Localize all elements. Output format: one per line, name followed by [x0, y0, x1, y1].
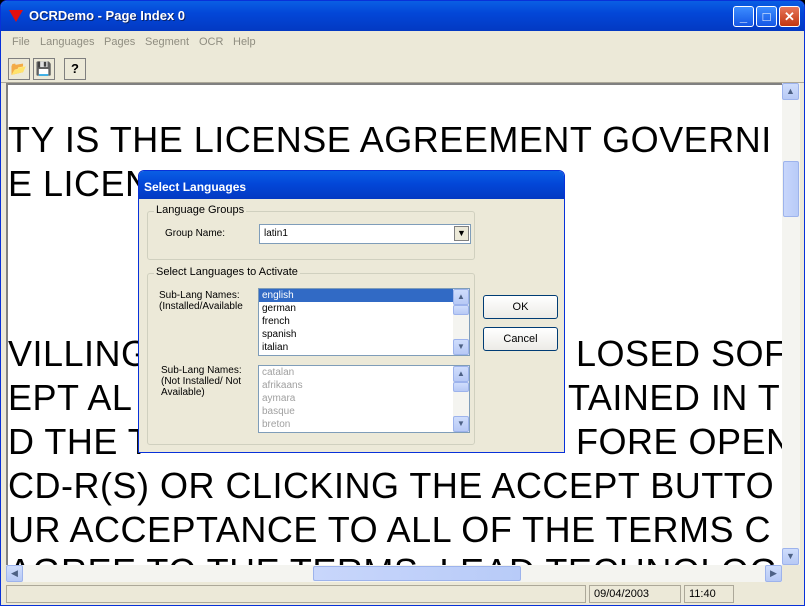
menu-languages[interactable]: Languages — [40, 36, 94, 48]
scroll-down-icon[interactable]: ▼ — [453, 416, 469, 432]
doc-line: AGREE TO THE TERMS, LEAD TECHNOLOG — [8, 551, 778, 565]
menu-file[interactable]: File — [12, 36, 30, 48]
scroll-left-icon[interactable]: ◀ — [6, 565, 23, 582]
list-item[interactable]: spanish — [259, 328, 469, 341]
list-item[interactable]: german — [259, 302, 469, 315]
language-groups-label: Language Groups — [154, 204, 247, 216]
status-panel-main — [6, 585, 586, 603]
doc-line: TAINED IN TH — [568, 377, 782, 418]
list-item: afrikaans — [262, 380, 303, 391]
app-window: OCRDemo - Page Index 0 _ □ ✕ File Langua… — [0, 0, 805, 606]
toolbar: 📂 💾 ? — [1, 53, 804, 83]
scroll-up-icon[interactable]: ▲ — [782, 83, 799, 100]
doc-line: E LICEN — [8, 163, 152, 204]
doc-line: EPT AL — [8, 377, 133, 418]
app-icon — [9, 10, 23, 22]
horizontal-scroll-thumb[interactable] — [313, 566, 521, 581]
close-button[interactable]: ✕ — [779, 6, 800, 27]
scroll-down-icon[interactable]: ▼ — [453, 339, 469, 355]
scroll-down-icon[interactable]: ▼ — [782, 548, 799, 565]
cancel-button[interactable]: Cancel — [483, 327, 558, 351]
scroll-right-icon[interactable]: ▶ — [765, 565, 782, 582]
list-scroll-thumb[interactable] — [453, 382, 469, 392]
list-scrollbar[interactable]: ▲ ▼ — [453, 366, 469, 432]
chevron-down-icon[interactable]: ▼ — [454, 226, 469, 241]
menu-segment[interactable]: Segment — [145, 36, 189, 48]
doc-line: VILLING — [8, 333, 150, 374]
list-item[interactable]: english — [259, 289, 469, 302]
not-installed-languages-list[interactable]: catalan afrikaans aymara basque breton ▲… — [258, 365, 470, 433]
list-item: breton — [262, 419, 291, 430]
group-name-select[interactable]: latin1 ▼ — [259, 224, 471, 244]
title-bar: OCRDemo - Page Index 0 _ □ ✕ — [1, 1, 804, 31]
menu-help[interactable]: Help — [233, 36, 256, 48]
minimize-button[interactable]: _ — [733, 6, 754, 27]
status-bar: 09/04/2003 11:40 — [1, 583, 804, 605]
list-item: basque — [262, 406, 295, 417]
maximize-button[interactable]: □ — [756, 6, 777, 27]
select-languages-group: Select Languages to Activate Sub-Lang Na… — [147, 266, 475, 445]
list-item[interactable]: french — [259, 315, 469, 328]
doc-line: D THE T — [8, 421, 151, 462]
dialog-title: Select Languages — [139, 171, 564, 199]
window-title: OCRDemo - Page Index 0 — [29, 8, 186, 23]
list-item: aymara — [262, 393, 296, 404]
doc-line: LOSED SOFT — [576, 333, 782, 374]
menu-ocr[interactable]: OCR — [199, 36, 223, 48]
select-languages-dialog: Select Languages Language Groups Group N… — [138, 170, 565, 453]
select-languages-label: Select Languages to Activate — [154, 266, 300, 278]
status-date: 09/04/2003 — [589, 585, 681, 603]
vertical-scrollbar[interactable]: ▲ ▼ — [782, 83, 800, 565]
doc-line: UR ACCEPTANCE TO ALL OF THE TERMS C — [8, 509, 772, 550]
group-name-value: latin1 — [264, 228, 288, 239]
scroll-up-icon[interactable]: ▲ — [453, 289, 469, 305]
status-time: 11:40 — [684, 585, 734, 603]
list-item: catalan — [262, 367, 295, 378]
list-scroll-thumb[interactable] — [453, 305, 469, 315]
installed-label: Sub-Lang Names: (Installed/Available — [159, 290, 243, 312]
installed-languages-list[interactable]: english german french spanish italian ▲ … — [258, 288, 470, 356]
vertical-scroll-thumb[interactable] — [783, 161, 799, 217]
not-installed-label: Sub-Lang Names: (Not Installed/ Not Avai… — [161, 365, 242, 398]
language-groups-group: Language Groups Group Name: latin1 ▼ — [147, 204, 475, 260]
group-name-label: Group Name: — [165, 228, 226, 239]
ok-button[interactable]: OK — [483, 295, 558, 319]
open-folder-icon[interactable]: 📂 — [8, 58, 30, 80]
menu-bar: File Languages Pages Segment OCR Help — [1, 31, 804, 53]
list-scrollbar[interactable]: ▲ ▼ — [453, 289, 469, 355]
doc-line: TY IS THE LICENSE AGREEMENT GOVERNI — [8, 119, 772, 160]
menu-pages[interactable]: Pages — [104, 36, 135, 48]
doc-line: FORE OPENI — [576, 421, 782, 462]
doc-line: CD-R(S) OR CLICKING THE ACCEPT BUTTO — [8, 465, 775, 506]
list-item[interactable]: italian — [259, 341, 469, 354]
scroll-up-icon[interactable]: ▲ — [453, 366, 469, 382]
save-icon[interactable]: 💾 — [33, 58, 55, 80]
horizontal-scrollbar[interactable]: ◀ ▶ — [6, 565, 782, 582]
help-icon[interactable]: ? — [64, 58, 86, 80]
